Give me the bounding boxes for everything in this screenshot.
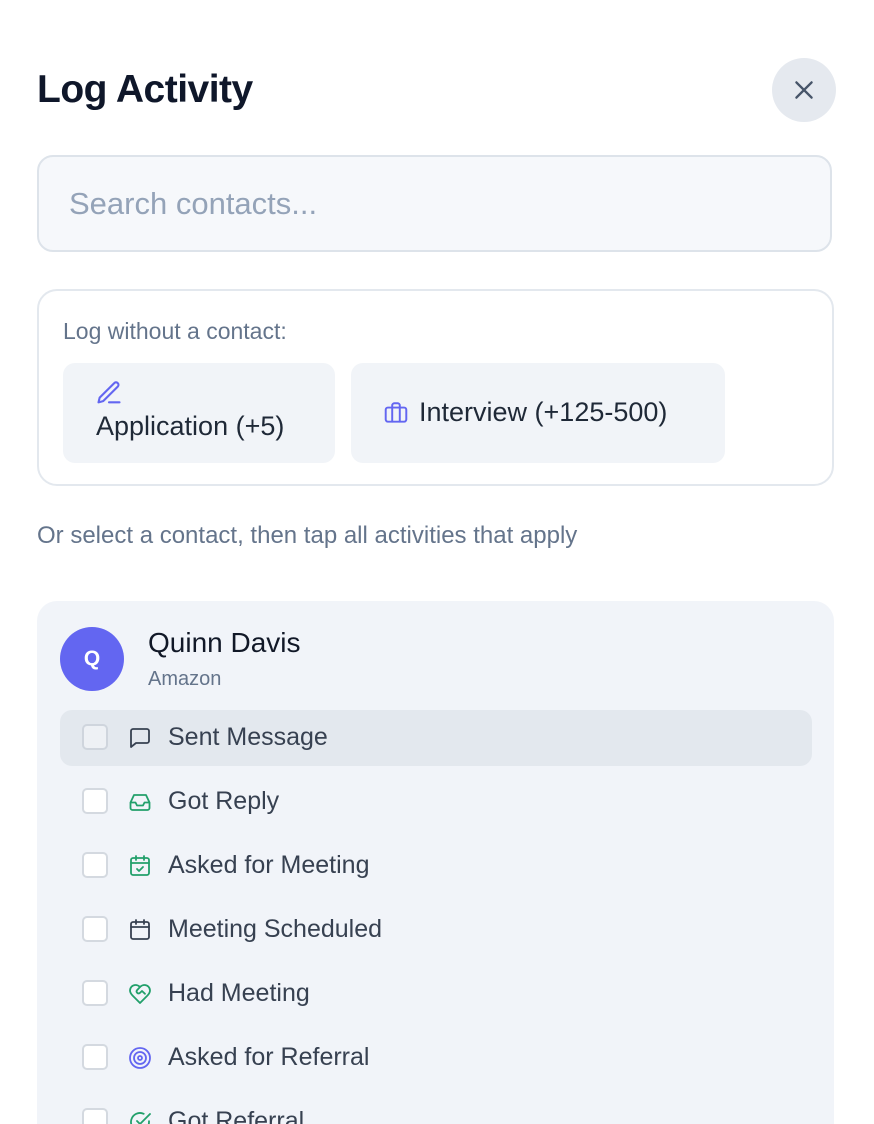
activity-got-referral[interactable]: Got Referral [60, 1094, 812, 1124]
log-without-contact-label: Log without a contact: [63, 318, 287, 344]
interview-chip-label: Interview (+125-500) [419, 397, 668, 427]
activity-checkbox[interactable] [82, 1108, 108, 1124]
heart-handshake-icon [128, 982, 152, 1006]
check-circle-icon [128, 1110, 152, 1124]
inbox-icon [128, 790, 152, 814]
contact-card: Q Quinn Davis Amazon Sent Message Got Re… [37, 601, 834, 1124]
activity-label: Asked for Meeting [168, 851, 370, 879]
activity-meeting-scheduled[interactable]: Meeting Scheduled [60, 902, 812, 958]
activity-label: Asked for Referral [168, 1043, 370, 1071]
activity-label: Meeting Scheduled [168, 915, 383, 943]
activity-label: Sent Message [168, 723, 328, 751]
close-button[interactable] [772, 58, 836, 122]
activity-checkbox[interactable] [82, 724, 108, 750]
select-contact-hint: Or select a contact, then tap all activi… [37, 522, 578, 549]
calendar-icon [128, 918, 152, 942]
interview-chip[interactable]: Interview (+125-500) [351, 363, 725, 463]
message-square-icon [128, 726, 152, 750]
application-chip-label: Application (+5) [96, 411, 285, 441]
activity-sent-message[interactable]: Sent Message [60, 710, 812, 766]
avatar[interactable]: Q [60, 627, 124, 691]
activity-asked-for-referral[interactable]: Asked for Referral [60, 1030, 812, 1086]
activity-checkbox[interactable] [82, 980, 108, 1006]
activity-checkbox[interactable] [82, 788, 108, 814]
pencil-icon [95, 379, 123, 407]
log-without-contact-panel: Log without a contact: Application (+5) … [37, 289, 834, 486]
activity-checkbox[interactable] [82, 1044, 108, 1070]
activity-label: Got Referral [168, 1107, 305, 1124]
contact-name[interactable]: Quinn Davis [148, 627, 301, 659]
activity-had-meeting[interactable]: Had Meeting [60, 966, 812, 1022]
application-chip[interactable]: Application (+5) [63, 363, 335, 463]
calendar-check-icon [128, 854, 152, 878]
target-icon [128, 1046, 152, 1070]
contact-company: Amazon [148, 668, 222, 690]
activity-got-reply[interactable]: Got Reply [60, 774, 812, 830]
activity-label: Had Meeting [168, 979, 310, 1007]
activity-asked-for-meeting[interactable]: Asked for Meeting [60, 838, 812, 894]
log-activity-modal: Log Activity Log without a contact: Appl… [0, 0, 874, 1124]
activity-checkbox[interactable] [82, 916, 108, 942]
activity-label: Got Reply [168, 787, 280, 815]
modal-title: Log Activity [37, 68, 253, 111]
search-contacts-input[interactable] [37, 155, 832, 252]
x-icon [795, 81, 813, 99]
activity-checkbox[interactable] [82, 852, 108, 878]
briefcase-icon [383, 400, 409, 426]
